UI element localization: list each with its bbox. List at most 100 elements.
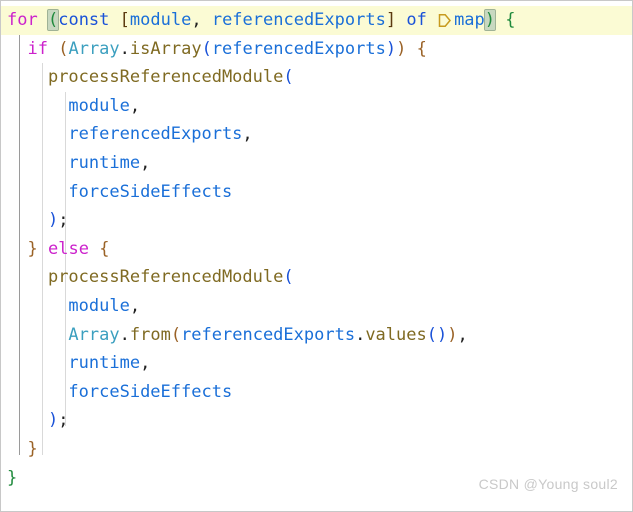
comma: , [191, 10, 202, 30]
code-line-5[interactable]: referencedExports, [1, 120, 632, 149]
paren-open-inner: ( [426, 324, 437, 345]
code-line-15[interactable]: ); [1, 406, 632, 435]
code-line-10[interactable]: processReferencedModule( [1, 263, 632, 292]
brace-close: } [27, 238, 38, 259]
comma: , [129, 95, 141, 116]
brace-open: { [416, 38, 427, 59]
argument-force-side-effects: forceSideEffects [68, 381, 233, 402]
paren-close: ) [47, 210, 59, 231]
watermark: CSDN @Young soul2 [478, 476, 618, 493]
argument-runtime: runtime [68, 152, 141, 173]
semicolon: ; [58, 210, 69, 231]
argument-force-side-effects: forceSideEffects [68, 181, 233, 202]
code-line-3[interactable]: processReferencedModule( [1, 63, 632, 92]
identifier-referenced-exports: referencedExports [181, 324, 356, 345]
paren-open-inner: ( [201, 38, 212, 59]
keyword-else: else [47, 238, 89, 259]
paren-open: ( [283, 67, 294, 88]
identifier-referenced-exports: referencedExports [211, 10, 386, 30]
paren-open: ( [283, 267, 294, 288]
code-line-8[interactable]: ); [1, 206, 632, 235]
paren-close: ) [396, 38, 407, 59]
bracket-close-square: ] [385, 10, 397, 30]
code-line-7[interactable]: forceSideEffects [1, 178, 632, 207]
code-line-11[interactable]: module, [1, 292, 632, 321]
keyword-if: if [27, 38, 48, 59]
paren-close-inner: ) [436, 324, 448, 345]
dot-operator: . [119, 324, 130, 345]
method-is-array: isArray [129, 38, 202, 59]
code-line-9[interactable]: } else { [1, 235, 632, 264]
argument-referenced-exports: referencedExports [68, 124, 243, 145]
bracket-match-open-paren[interactable]: ( [46, 9, 60, 31]
dot-operator-2: . [355, 324, 366, 345]
keyword-of: of [406, 10, 427, 30]
function-process-referenced-module: processReferencedModule [47, 67, 284, 88]
argument-runtime: runtime [68, 353, 141, 374]
identifier-module: module [129, 10, 192, 30]
paren-close: ) [47, 410, 59, 431]
code-line-16[interactable]: } [1, 435, 632, 464]
identifier-referenced-exports: referencedExports [211, 38, 386, 59]
code-line-1[interactable]: for (const [module, referencedExports] o… [1, 6, 632, 35]
method-values: values [365, 324, 427, 345]
function-process-referenced-module: processReferencedModule [47, 267, 284, 288]
keyword-for: for [7, 10, 38, 30]
code-line-6[interactable]: runtime, [1, 149, 632, 178]
class-array: Array [68, 38, 120, 59]
semicolon: ; [58, 410, 69, 431]
comma: , [140, 353, 151, 374]
argument-module: module [68, 95, 130, 116]
paren-open: ( [58, 38, 69, 59]
code-line-4[interactable]: module, [1, 92, 632, 121]
brace-close: } [27, 438, 38, 459]
bracket-match-close-paren[interactable]: ) [483, 9, 497, 31]
class-array: Array [68, 324, 120, 345]
paren-open: ( [170, 324, 182, 345]
code-line-13[interactable]: runtime, [1, 349, 632, 378]
map-type-icon [437, 9, 452, 27]
dot-operator: . [119, 38, 130, 59]
code-line-2[interactable]: if (Array.isArray(referencedExports)) { [1, 35, 632, 64]
identifier-map: map [454, 10, 485, 30]
method-from: from [129, 324, 171, 345]
bracket-open-square: [ [119, 10, 130, 30]
paren-close-inner: ) [385, 38, 397, 59]
brace-open: { [505, 10, 516, 30]
code-content[interactable]: for (const [module, referencedExports] o… [1, 1, 632, 492]
code-editor-pane[interactable]: for (const [module, referencedExports] o… [0, 0, 633, 512]
code-line-14[interactable]: forceSideEffects [1, 378, 632, 407]
comma: , [242, 124, 253, 145]
keyword-const: const [58, 10, 110, 30]
argument-module: module [68, 295, 130, 316]
code-line-12[interactable]: Array.from(referencedExports.values()), [1, 321, 632, 350]
comma: , [140, 152, 151, 173]
paren-close: ) [447, 324, 458, 345]
comma: , [457, 324, 468, 345]
brace-close-outer: } [7, 467, 18, 488]
